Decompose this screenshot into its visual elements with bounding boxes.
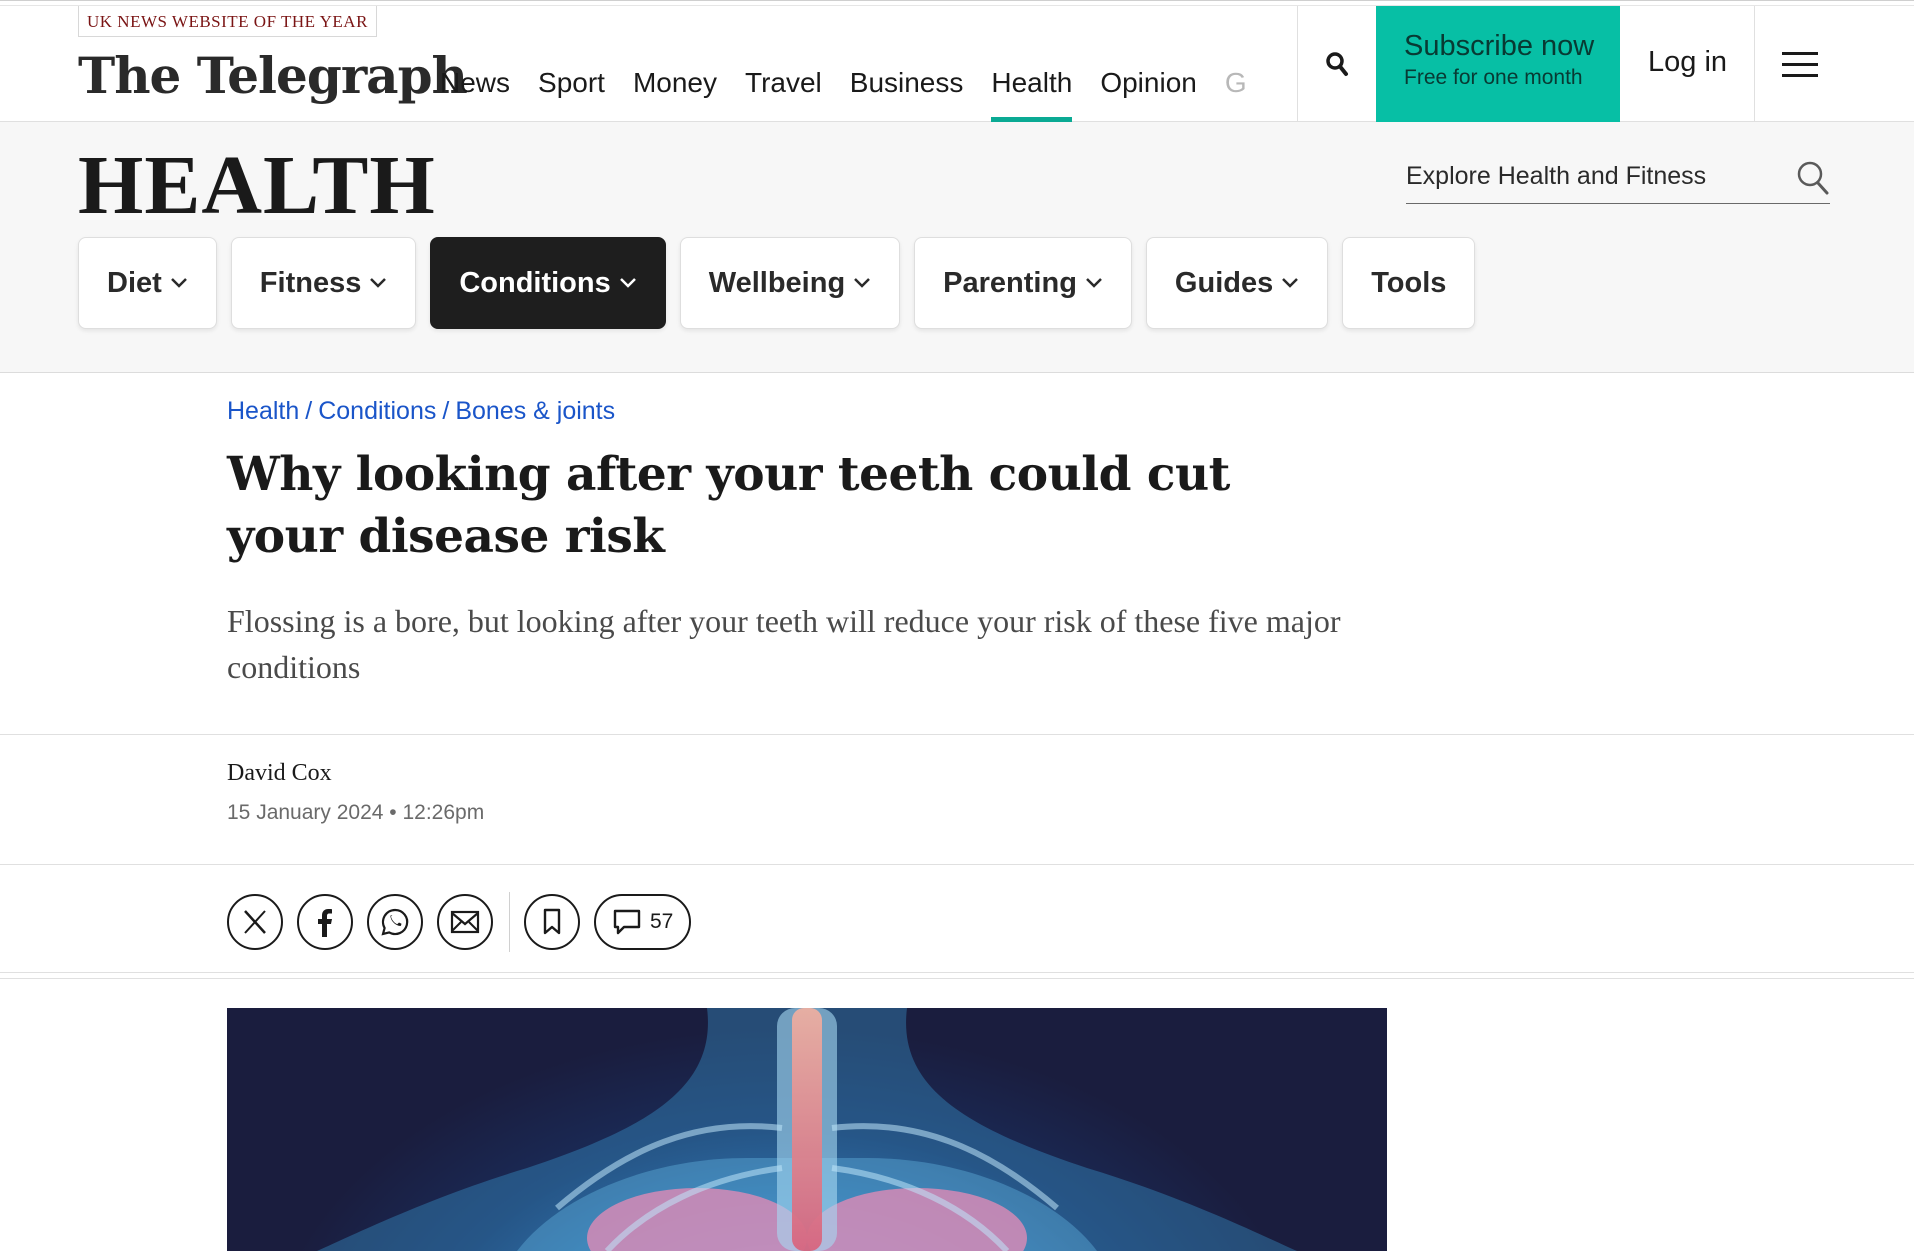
- breadcrumb-bones-joints[interactable]: Bones & joints: [455, 397, 615, 425]
- nav-item-business[interactable]: Business: [850, 58, 964, 122]
- nav-item-truncated[interactable]: G: [1225, 58, 1247, 122]
- subscribe-subtitle: Free for one month: [1404, 66, 1583, 89]
- pill-label: Guides: [1174, 266, 1274, 299]
- share-x-button[interactable]: [227, 894, 283, 950]
- pill-label: Tools: [1371, 266, 1447, 299]
- x-icon: [244, 910, 266, 934]
- facebook-icon: [318, 909, 332, 937]
- subnav-pill-fitness[interactable]: Fitness: [230, 237, 417, 329]
- hamburger-menu-icon[interactable]: [1782, 52, 1818, 78]
- divider: [0, 978, 1914, 979]
- xray-illustration: [317, 1008, 1297, 1251]
- subnav-pill-wellbeing[interactable]: Wellbeing: [679, 237, 901, 329]
- whatsapp-icon: [381, 908, 409, 936]
- subnav-pill-conditions[interactable]: Conditions: [430, 237, 666, 329]
- nav-item-health[interactable]: Health: [991, 58, 1072, 122]
- publish-date: 15 January 2024 • 12:26pm: [227, 801, 485, 824]
- subnav-pill-diet[interactable]: Diet: [78, 237, 217, 329]
- subscribe-button[interactable]: Subscribe now Free for one month: [1376, 6, 1620, 122]
- article-headline: Why looking after your teeth could cut y…: [227, 447, 1230, 564]
- pill-label: Conditions: [459, 266, 611, 299]
- header-search-button[interactable]: [1298, 6, 1376, 122]
- login-link[interactable]: Log in: [1648, 46, 1727, 79]
- bookmark-button[interactable]: [524, 894, 580, 950]
- breadcrumb-conditions[interactable]: Conditions: [318, 397, 436, 425]
- telegraph-logo[interactable]: The Telegraph: [78, 46, 468, 106]
- share-facebook-button[interactable]: [297, 894, 353, 950]
- bookmark-icon: [543, 908, 561, 935]
- chevron-down-icon: [1282, 278, 1299, 288]
- hero-image: [227, 1008, 1387, 1251]
- nav-item-money[interactable]: Money: [633, 58, 717, 122]
- chevron-down-icon: [370, 278, 387, 288]
- pill-label: Wellbeing: [708, 266, 846, 299]
- explore-search: [1406, 152, 1830, 204]
- share-bar: 57: [227, 892, 692, 952]
- article-standfirst: Flossing is a bore, but looking after yo…: [227, 603, 1341, 685]
- author-name[interactable]: David Cox: [227, 760, 332, 787]
- subnav-pill-tools[interactable]: Tools: [1342, 237, 1476, 329]
- explore-search-input[interactable]: [1406, 152, 1766, 200]
- subnav-pill-parenting[interactable]: Parenting: [914, 237, 1132, 329]
- divider: [0, 972, 1914, 973]
- share-separator: [509, 892, 510, 952]
- chevron-down-icon: [1086, 278, 1102, 288]
- share-email-button[interactable]: [437, 894, 493, 950]
- nav-item-opinion[interactable]: Opinion: [1100, 58, 1197, 122]
- comments-button[interactable]: 57: [594, 894, 692, 950]
- share-whatsapp-button[interactable]: [367, 894, 423, 950]
- chevron-down-icon: [854, 278, 871, 288]
- award-badge: UK NEWS WEBSITE OF THE YEAR: [78, 6, 377, 37]
- email-icon: [450, 910, 480, 934]
- divider: [0, 864, 1914, 865]
- section-subnav: Diet Fitness Conditions Wellbeing Parent…: [78, 237, 1489, 329]
- pill-label: Diet: [107, 266, 162, 299]
- search-icon: [1326, 52, 1348, 76]
- nav-item-travel[interactable]: Travel: [745, 58, 822, 122]
- breadcrumb-health[interactable]: Health: [227, 397, 299, 425]
- search-icon[interactable]: [1796, 160, 1830, 196]
- comment-icon: [613, 909, 641, 935]
- breadcrumb: Health / Conditions / Bones & joints: [227, 397, 616, 425]
- divider: [0, 734, 1914, 735]
- subscribe-title: Subscribe now: [1404, 30, 1595, 62]
- nav-item-sport[interactable]: Sport: [538, 58, 605, 122]
- subnav-pill-guides[interactable]: Guides: [1145, 237, 1329, 329]
- pill-label: Parenting: [943, 266, 1077, 299]
- site-header: UK NEWS WEBSITE OF THE YEAR The Telegrap…: [0, 6, 1914, 122]
- pill-label: Fitness: [259, 266, 362, 299]
- section-title: HEALTH: [78, 139, 436, 232]
- nav-item-news[interactable]: News: [440, 58, 510, 122]
- chevron-down-icon: [619, 278, 636, 288]
- section-band: HEALTH Diet Fitness Conditions Wellbeing…: [0, 122, 1914, 373]
- header-divider: [1754, 6, 1755, 122]
- comment-count: 57: [650, 910, 674, 933]
- chevron-down-icon: [170, 278, 187, 288]
- main-nav: News Sport Money Travel Business Health …: [440, 58, 1275, 122]
